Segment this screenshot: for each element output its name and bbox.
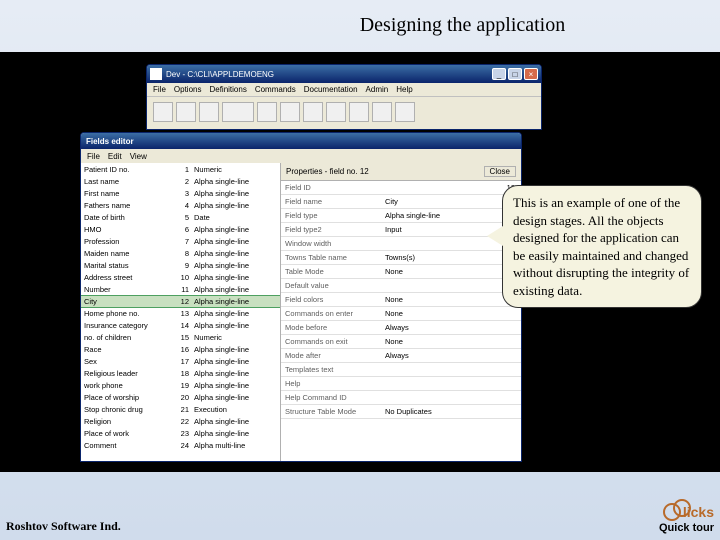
field-row[interactable]: Fathers name4Alpha single-line: [81, 199, 280, 211]
field-row[interactable]: Comment24Alpha multi-line: [81, 439, 280, 451]
editor-titlebar: Fields editor: [81, 133, 521, 149]
field-row[interactable]: Sex17Alpha single-line: [81, 355, 280, 367]
field-row[interactable]: Date of birth5Date: [81, 211, 280, 223]
property-row[interactable]: Help Command ID: [281, 391, 521, 405]
properties-list: Field ID12Field nameCityField typeAlpha …: [281, 181, 521, 419]
toolbar-button[interactable]: [372, 102, 392, 122]
main-menubar: File Options Definitions Commands Docume…: [147, 83, 541, 97]
main-titlebar: Dev - C:\CLI\APPLDEMOENG _ □ ×: [147, 65, 541, 83]
editor-menu-edit[interactable]: Edit: [108, 152, 122, 161]
toolbar-button[interactable]: [199, 102, 219, 122]
quick-tour-label: Quick tour: [659, 522, 714, 534]
main-toolbar: [147, 97, 541, 127]
menu-options[interactable]: Options: [174, 85, 202, 94]
field-row[interactable]: work phone19Alpha single-line: [81, 379, 280, 391]
toolbar-button[interactable]: [326, 102, 346, 122]
property-row[interactable]: Default value: [281, 279, 521, 293]
field-row[interactable]: Address street10Alpha single-line: [81, 271, 280, 283]
property-row[interactable]: Field colorsNone: [281, 293, 521, 307]
field-row[interactable]: HMO6Alpha single-line: [81, 223, 280, 235]
main-window-title: Dev - C:\CLI\APPLDEMOENG: [166, 70, 492, 79]
toolbar-button[interactable]: [280, 102, 300, 122]
toolbar-button[interactable]: [349, 102, 369, 122]
toolbar-button[interactable]: [153, 102, 173, 122]
editor-menu-view[interactable]: View: [130, 152, 147, 161]
toolbar-button[interactable]: [395, 102, 415, 122]
property-row[interactable]: Table ModeNone: [281, 265, 521, 279]
field-row[interactable]: Marital status9Alpha single-line: [81, 259, 280, 271]
property-row[interactable]: Mode beforeAlways: [281, 321, 521, 335]
field-row[interactable]: Insurance category14Alpha single-line: [81, 319, 280, 331]
maximize-button[interactable]: □: [508, 68, 522, 80]
editor-window-title: Fields editor: [86, 137, 134, 146]
field-row[interactable]: Place of worship20Alpha single-line: [81, 391, 280, 403]
main-app-window: Dev - C:\CLI\APPLDEMOENG _ □ × File Opti…: [146, 64, 542, 130]
menu-admin[interactable]: Admin: [366, 85, 389, 94]
properties-title: Properties - field no. 12: [286, 167, 369, 176]
field-list[interactable]: Patient ID no.1NumericLast name2Alpha si…: [81, 163, 281, 461]
properties-close-button[interactable]: Close: [484, 166, 516, 177]
editor-menu-file[interactable]: File: [87, 152, 100, 161]
menu-definitions[interactable]: Definitions: [209, 85, 246, 94]
toolbar-button[interactable]: [222, 102, 254, 122]
toolbar-button[interactable]: [303, 102, 323, 122]
property-row[interactable]: Mode afterAlways: [281, 349, 521, 363]
explanation-callout: This is an example of one of the design …: [502, 185, 702, 308]
property-row[interactable]: Structure Table ModeNo Duplicates: [281, 405, 521, 419]
property-row[interactable]: Commands on exitNone: [281, 335, 521, 349]
menu-help[interactable]: Help: [396, 85, 412, 94]
app-icon: [150, 68, 162, 80]
property-row[interactable]: Field type2Input: [281, 223, 521, 237]
property-row[interactable]: Field nameCity: [281, 195, 521, 209]
property-row[interactable]: Commands on enterNone: [281, 307, 521, 321]
properties-header: Properties - field no. 12 Close: [281, 163, 521, 181]
field-row[interactable]: Stop chronic drug21Execution: [81, 403, 280, 415]
clicks-logo: licks: [663, 503, 714, 521]
field-row[interactable]: Maiden name8Alpha single-line: [81, 247, 280, 259]
slide-title: Designing the application: [0, 0, 720, 47]
field-row[interactable]: Patient ID no.1Numeric: [81, 163, 280, 175]
property-row[interactable]: Field ID12: [281, 181, 521, 195]
footer: Roshtov Software Ind. licks Quick tour: [6, 503, 714, 534]
field-row[interactable]: no. of children15Numeric: [81, 331, 280, 343]
menu-commands[interactable]: Commands: [255, 85, 296, 94]
field-row[interactable]: Number11Alpha single-line: [81, 283, 280, 295]
field-row[interactable]: Religious leader18Alpha single-line: [81, 367, 280, 379]
field-row[interactable]: Last name2Alpha single-line: [81, 175, 280, 187]
minimize-button[interactable]: _: [492, 68, 506, 80]
field-row[interactable]: First name3Alpha single-line: [81, 187, 280, 199]
field-row[interactable]: Religion22Alpha single-line: [81, 415, 280, 427]
logo-icon: [663, 503, 681, 521]
field-row[interactable]: Race16Alpha single-line: [81, 343, 280, 355]
field-row[interactable]: Home phone no.13Alpha single-line: [81, 307, 280, 319]
field-row[interactable]: Place of work23Alpha single-line: [81, 427, 280, 439]
close-button[interactable]: ×: [524, 68, 538, 80]
toolbar-button[interactable]: [176, 102, 196, 122]
properties-panel: Properties - field no. 12 Close Field ID…: [281, 163, 521, 461]
fields-editor-window: Fields editor File Edit View Patient ID …: [80, 132, 522, 462]
editor-menubar: File Edit View: [81, 149, 521, 163]
menu-documentation[interactable]: Documentation: [304, 85, 358, 94]
property-row[interactable]: Field typeAlpha single-line: [281, 209, 521, 223]
menu-file[interactable]: File: [153, 85, 166, 94]
footer-company: Roshtov Software Ind.: [6, 519, 121, 534]
property-row[interactable]: Towns Table nameTowns(s): [281, 251, 521, 265]
field-row[interactable]: Profession7Alpha single-line: [81, 235, 280, 247]
property-row[interactable]: Help: [281, 377, 521, 391]
property-row[interactable]: Window width14: [281, 237, 521, 251]
toolbar-button[interactable]: [257, 102, 277, 122]
property-row[interactable]: Templates text: [281, 363, 521, 377]
field-row[interactable]: City12Alpha single-line: [81, 295, 280, 307]
